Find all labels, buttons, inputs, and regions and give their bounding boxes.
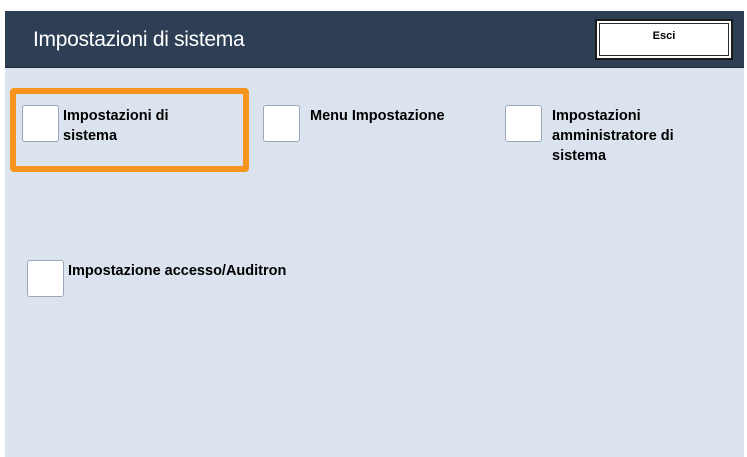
exit-button[interactable]: Esci bbox=[595, 19, 733, 60]
option-checkbox[interactable] bbox=[505, 105, 542, 142]
option-menu-impostazione[interactable]: Menu Impostazione bbox=[263, 105, 445, 142]
option-checkbox[interactable] bbox=[263, 105, 300, 142]
option-label: Impostazione accesso/Auditron bbox=[68, 263, 287, 279]
option-impostazioni-di-sistema[interactable]: Impostazioni di sistema bbox=[22, 105, 169, 146]
option-impostazioni-amministratore[interactable]: Impostazioni amministratore di sistema bbox=[505, 105, 674, 166]
option-impostazione-accesso-auditron[interactable]: Impostazione accesso/Auditron bbox=[27, 260, 286, 297]
page-title: Impostazioni di sistema bbox=[33, 28, 245, 51]
option-label: Menu Impostazione bbox=[310, 108, 445, 124]
header-bar: Impostazioni di sistema Esci bbox=[5, 11, 744, 68]
option-label: Impostazioni amministratore di sistema bbox=[552, 108, 674, 164]
system-settings-screen: Impostazioni di sistema Esci Impostazion… bbox=[5, 11, 744, 457]
option-checkbox[interactable] bbox=[27, 260, 64, 297]
option-label: Impostazioni di sistema bbox=[63, 108, 169, 144]
option-checkbox[interactable] bbox=[22, 105, 59, 142]
